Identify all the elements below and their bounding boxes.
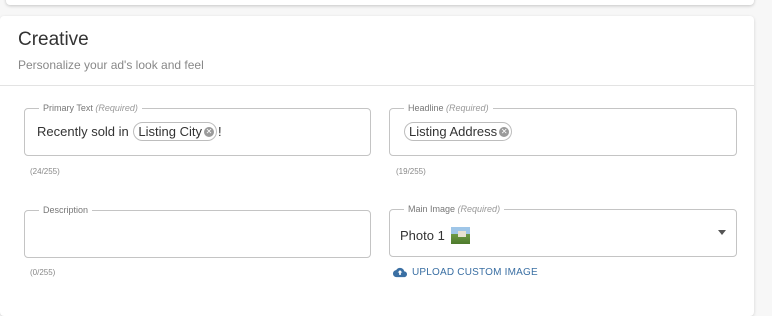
section-title: Creative [18, 29, 89, 50]
listing-city-chip[interactable]: Listing City ✕ [133, 122, 217, 141]
dropdown-arrow-icon[interactable] [718, 230, 726, 235]
section-subtitle: Personalize your ad's look and feel [18, 58, 204, 72]
headline-label: Headline (Required) [404, 102, 493, 114]
primary-text-content: Recently sold in Listing City ✕ ! [37, 122, 222, 141]
selected-image-label: Photo 1 [400, 228, 445, 243]
cloud-upload-icon [393, 267, 407, 278]
photo-thumbnail [450, 227, 470, 244]
required-marker: (Required) [446, 103, 489, 113]
listing-address-chip[interactable]: Listing Address ✕ [404, 122, 513, 141]
main-image-label: Main Image (Required) [404, 203, 505, 215]
primary-text-prefix: Recently sold in [37, 124, 129, 139]
remove-chip-icon[interactable]: ✕ [203, 126, 214, 137]
headline-content: Listing Address ✕ [403, 122, 513, 141]
upload-custom-image-button[interactable]: UPLOAD CUSTOM IMAGE [393, 267, 538, 278]
primary-text-field[interactable]: Primary Text (Required) Recently sold in… [24, 102, 371, 156]
main-image-value: Photo 1 [400, 227, 470, 244]
description-field[interactable]: Description [24, 204, 371, 258]
main-image-select[interactable]: Main Image (Required) Photo 1 [389, 203, 737, 257]
primary-text-counter: (24/255) [30, 167, 60, 176]
primary-text-label: Primary Text (Required) [39, 102, 142, 114]
upload-label: UPLOAD CUSTOM IMAGE [412, 267, 538, 278]
description-label: Description [39, 204, 93, 216]
remove-chip-icon[interactable]: ✕ [499, 126, 510, 137]
creative-header: Creative Personalize your ad's look and … [0, 16, 754, 86]
headline-field[interactable]: Headline (Required) Listing Address ✕ [389, 102, 737, 156]
required-marker: (Required) [95, 103, 138, 113]
creative-card: Creative Personalize your ad's look and … [0, 16, 754, 316]
primary-text-suffix: ! [217, 124, 222, 139]
description-counter: (0/255) [30, 268, 56, 277]
headline-counter: (19/255) [396, 167, 426, 176]
required-marker: (Required) [457, 204, 501, 214]
previous-section-card [6, 0, 754, 5]
